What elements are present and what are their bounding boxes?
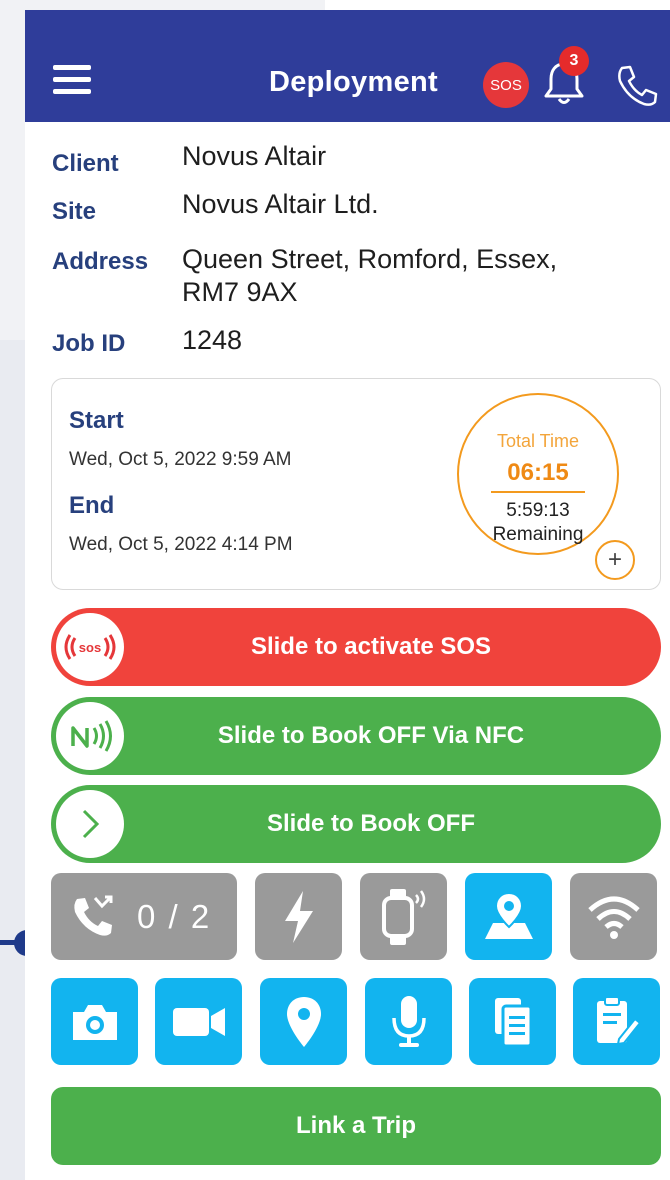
total-time-circle: Total Time 06:15 5:59:13 Remaining (457, 393, 619, 555)
microphone-icon (391, 995, 426, 1047)
client-row: Client Novus Altair (25, 136, 670, 184)
notification-count-badge: 3 (559, 46, 589, 76)
job-id-label: Job ID (52, 330, 126, 357)
flash-tile[interactable] (255, 873, 342, 960)
app-header: Deployment SOS 3 (25, 10, 670, 122)
microphone-tile[interactable] (365, 978, 452, 1065)
nfc-slider-label: Slide to Book OFF Via NFC (217, 722, 525, 749)
address-line-2: RM7 9AX (182, 277, 298, 307)
deployment-details: Client Novus Altair Site Novus Altair Lt… (25, 122, 670, 366)
address-row: Address Queen Street, Romford, Essex, RM… (25, 232, 670, 318)
wifi-tile[interactable] (570, 873, 657, 960)
total-time-value: 06:15 (507, 459, 569, 486)
clipboard-edit-icon (596, 995, 641, 1045)
map-pin-icon (484, 891, 533, 939)
schedule-card: Start Wed, Oct 5, 2022 9:59 AM End Wed, … (51, 378, 661, 590)
sos-slider[interactable]: sos Slide to activate SOS (51, 608, 661, 686)
total-time-divider (491, 491, 585, 493)
documents-icon (494, 997, 532, 1047)
site-row: Site Novus Altair Ltd. (25, 184, 670, 232)
location-pin-icon (286, 996, 321, 1047)
sos-slider-label: Slide to activate SOS (250, 633, 492, 660)
end-label: End (69, 492, 115, 519)
site-label: Site (52, 198, 97, 225)
start-value: Wed, Oct 5, 2022 9:59 AM (69, 449, 292, 470)
wifi-icon (587, 896, 640, 939)
documents-tile[interactable] (469, 978, 556, 1065)
add-time-button[interactable]: + (595, 540, 635, 580)
nfc-book-off-slider[interactable]: Slide to Book OFF Via NFC (51, 697, 661, 775)
location-tile[interactable] (260, 978, 347, 1065)
smartwatch-icon (381, 888, 425, 945)
book-off-slider[interactable]: Slide to Book OFF (51, 785, 661, 863)
link-trip-button[interactable]: Link a Trip (51, 1087, 661, 1165)
background-strip (325, 0, 670, 10)
page-title: Deployment (269, 66, 438, 98)
address-line-1: Queen Street, Romford, Essex, (182, 244, 558, 274)
phone-icon[interactable] (613, 62, 661, 110)
missed-call-icon (74, 895, 113, 936)
site-value: Novus Altair Ltd. (182, 189, 379, 219)
remaining-label: Remaining (492, 524, 584, 545)
camera-tile[interactable] (51, 978, 138, 1065)
flash-icon (284, 890, 313, 943)
total-time-label: Total Time (496, 431, 580, 451)
book-off-slider-label: Slide to Book OFF (267, 810, 475, 837)
client-value: Novus Altair (182, 141, 327, 171)
video-icon (172, 1007, 225, 1036)
clipboard-tile[interactable] (573, 978, 660, 1065)
end-value: Wed, Oct 5, 2022 4:14 PM (69, 534, 293, 555)
call-counter: 0 / 2 (137, 897, 212, 935)
remaining-value: 5:59:13 (506, 500, 570, 521)
address-value: Queen Street, Romford, Essex, RM7 9AX (182, 243, 622, 309)
client-label: Client (52, 150, 119, 177)
start-label: Start (69, 407, 124, 434)
map-tile[interactable] (465, 873, 552, 960)
job-id-row: Job ID 1248 (25, 318, 670, 366)
phone-screen: Deployment SOS 3 Client Novus Altair Sit… (25, 10, 670, 1180)
job-id-value: 1248 (182, 325, 243, 355)
address-label: Address (52, 248, 149, 275)
sos-button[interactable]: SOS (483, 62, 529, 108)
call-check-tile[interactable]: 0 / 2 (51, 873, 237, 960)
video-tile[interactable] (155, 978, 242, 1065)
menu-icon[interactable] (53, 65, 91, 95)
camera-icon (72, 1004, 117, 1040)
smartwatch-tile[interactable] (360, 873, 447, 960)
